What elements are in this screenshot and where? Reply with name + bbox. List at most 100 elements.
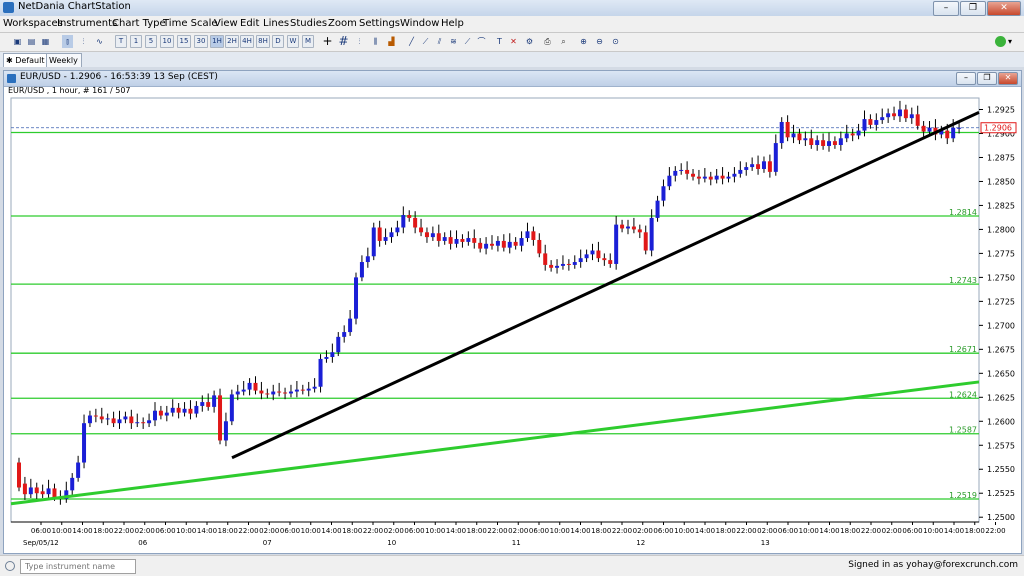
menu-settings[interactable]: Settings (359, 18, 400, 29)
candle-body (123, 416, 128, 420)
timeframe-4h[interactable]: 4H (240, 35, 254, 48)
candle-body (649, 217, 654, 251)
instrument-search[interactable] (20, 559, 136, 574)
crosshair-icon[interactable]: + (322, 35, 333, 48)
bar-chart-type-icon[interactable]: ⫶ (78, 35, 89, 48)
candle-body (383, 237, 388, 241)
zoom-reset-icon[interactable]: ⊙ (610, 35, 621, 48)
channel-icon[interactable]: ⫽ (434, 35, 445, 48)
candle-body (874, 120, 879, 125)
x-tick-label: 14:00 (72, 527, 92, 535)
x-tick-label: 02:00 (882, 527, 902, 535)
candle-body (336, 336, 341, 353)
fibonacci-icon[interactable]: ≋ (448, 35, 459, 48)
candle-body (738, 169, 743, 174)
menu-window[interactable]: Window (400, 18, 439, 29)
x-tick-label: 14:00 (197, 527, 217, 535)
tab-weekly[interactable]: Weekly (46, 53, 82, 67)
draw-line-icon[interactable]: ╱ (406, 35, 417, 48)
workspace-tabs: ✱ Default Weekly (0, 52, 1024, 67)
x-tick-label: 06:00 (529, 527, 549, 535)
candle-body (513, 241, 518, 246)
timeframe-t[interactable]: T (115, 35, 127, 48)
candlestick-type-icon[interactable]: ⫾ (62, 35, 73, 48)
candle-body (797, 133, 802, 141)
candle-body (838, 138, 843, 146)
candle-body (206, 402, 211, 407)
line-chart-type-icon[interactable]: ∿ (94, 35, 105, 48)
x-tick-label: 14:00 (695, 527, 715, 535)
signed-in-text: Signed in as yohay@forexcrunch.com (848, 560, 1018, 570)
timeframe-m[interactable]: M (302, 35, 314, 48)
level-label: 1.2624 (949, 390, 977, 399)
x-tick-label: 22:00 (114, 527, 134, 535)
menu-instruments[interactable]: Instruments (57, 18, 117, 29)
restore-icon[interactable]: ❐ (960, 1, 986, 16)
y-tick-label: 1.2675 (987, 345, 1015, 354)
timeframe-1h[interactable]: 1H (210, 35, 224, 48)
instrument-input[interactable] (21, 560, 133, 572)
zoom-bars-icon[interactable]: ⫼ (370, 35, 381, 48)
minimize-icon[interactable]: – (933, 1, 959, 16)
menu-lines[interactable]: Lines (263, 18, 289, 29)
candle-body (472, 238, 477, 243)
timeframe-8h[interactable]: 8H (256, 35, 270, 48)
zoom-out-icon[interactable]: ⊖ (594, 35, 605, 48)
asterisk-icon: ✱ (6, 56, 16, 65)
volume-icon[interactable]: ▟ (386, 35, 397, 48)
candle-body (82, 423, 87, 463)
zoom-in-icon[interactable]: ⊕ (578, 35, 589, 48)
connection-dropdown-icon[interactable]: ▾ (1008, 37, 1012, 46)
candle-body (141, 422, 146, 424)
menu-view[interactable]: View (214, 18, 238, 29)
candle-body (40, 491, 45, 495)
close-icon[interactable]: ✕ (987, 1, 1021, 16)
menu-help[interactable]: Help (441, 18, 464, 29)
candle-body (76, 462, 81, 478)
candle-body (673, 170, 678, 176)
properties-icon[interactable]: ⚙ (524, 35, 535, 48)
candle-body (519, 238, 524, 246)
y-tick-label: 1.2575 (987, 441, 1015, 450)
timeframe-30[interactable]: 30 (194, 35, 208, 48)
trend-line-icon[interactable]: ⟋ (420, 35, 431, 48)
open-icon[interactable]: ▤ (26, 35, 37, 48)
text-tool-icon[interactable]: T (494, 35, 505, 48)
timeframe-1[interactable]: 1 (130, 35, 142, 48)
y-tick-label: 1.2500 (987, 513, 1015, 522)
price-chart[interactable]: 1.2814 1.2743 1.2671 1.2624 1.2587 1.2519 1.29… (3, 70, 1020, 552)
candle-body (147, 420, 152, 424)
timeframe-w[interactable]: W (287, 35, 299, 48)
menu-zoom[interactable]: Zoom (328, 18, 357, 29)
candle-body (28, 487, 33, 495)
candle-body (827, 141, 832, 146)
timeframe-d[interactable]: D (272, 35, 284, 48)
candle-body (176, 407, 181, 413)
timeframe-5[interactable]: 5 (145, 35, 157, 48)
menu-time-scale[interactable]: Time Scale (163, 18, 218, 29)
candle-body (951, 127, 956, 139)
new-chart-icon[interactable]: ▣ (12, 35, 23, 48)
tab-default[interactable]: ✱ Default (3, 53, 49, 67)
candle-body (265, 393, 270, 395)
x-tick-label: 06:00 (778, 527, 798, 535)
menu-studies[interactable]: Studies (290, 18, 327, 29)
timeframe-15[interactable]: 15 (177, 35, 191, 48)
timeframe-10[interactable]: 10 (160, 35, 174, 48)
menu-chart-type[interactable]: Chart Type (112, 18, 166, 29)
save-icon[interactable]: ▦ (40, 35, 51, 48)
grid-icon[interactable]: # (338, 35, 349, 48)
delete-line-icon[interactable]: ✕ (508, 35, 519, 48)
timeframe-2h[interactable]: 2H (225, 35, 239, 48)
cursor-value-icon[interactable]: ⫶ (354, 35, 365, 48)
candle-body (300, 389, 305, 391)
menu-edit[interactable]: Edit (240, 18, 259, 29)
y-tick-label: 1.2700 (987, 321, 1015, 330)
candle-body (454, 239, 459, 244)
arc-icon[interactable]: ⌒ (476, 35, 487, 48)
x-tick-label: 02:00 (259, 527, 279, 535)
fan-icon[interactable]: ⟋ (462, 35, 473, 48)
print-preview-icon[interactable]: ⌕ (558, 35, 569, 48)
print-icon[interactable]: ⎙ (542, 35, 553, 48)
menu-workspaces[interactable]: Workspaces (3, 18, 63, 29)
